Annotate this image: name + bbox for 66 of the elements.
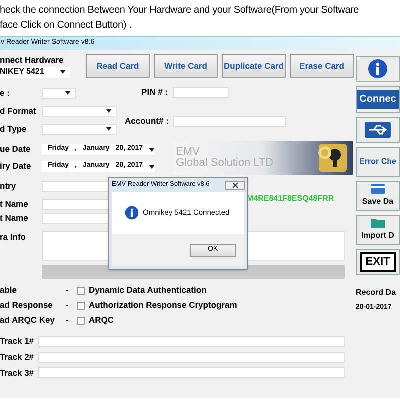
import-button[interactable]: Import D (356, 215, 400, 245)
field-label: Track 3# (0, 366, 36, 380)
field-label: ue Date (0, 143, 32, 156)
field-label: ad ARQC Key (0, 314, 56, 327)
field-label: Track 1# (0, 335, 36, 348)
option-label: Dynamic Data Authentication (89, 284, 207, 297)
action-button[interactable]: Read Card (86, 54, 150, 78)
caret-icon (106, 127, 112, 131)
field-label: ad Response (0, 299, 54, 312)
error-check-button[interactable]: Error Che (356, 147, 400, 177)
track-field[interactable] (38, 352, 345, 363)
field-label: Record Da (356, 287, 398, 299)
action-button[interactable]: Write Card (154, 54, 218, 78)
field-label: t Name (0, 212, 30, 224)
close-icon (232, 182, 238, 188)
info-icon (125, 206, 139, 220)
field-label: Account# : (125, 114, 170, 128)
caret-icon (149, 164, 156, 168)
select-field[interactable] (42, 124, 117, 134)
instruction-text: face Click on Connect Button) . (0, 19, 133, 33)
exit-button[interactable]: EXIT (356, 249, 400, 275)
action-button[interactable]: Erase Card (290, 54, 354, 78)
track-field[interactable] (38, 336, 345, 347)
hardware-select[interactable]: NIKEY 5421 (0, 66, 70, 78)
checkbox[interactable] (77, 316, 85, 324)
field-label: able (0, 284, 18, 297)
caret-icon (106, 109, 112, 113)
field-label: ntry (0, 180, 18, 192)
field-label: PIN # : (140, 86, 169, 99)
logo-text: EMV (176, 147, 201, 158)
caret-icon (60, 70, 66, 74)
select-field[interactable] (42, 88, 76, 98)
select-field[interactable] (42, 106, 117, 116)
account-field[interactable] (173, 116, 286, 127)
option-label: Authorization Response Cryptogram (89, 299, 238, 312)
pin-field[interactable] (173, 86, 229, 98)
caret-icon (65, 91, 71, 95)
save-button[interactable]: Save Da (356, 181, 400, 211)
dash-text: - (66, 284, 70, 297)
dash-text: - (66, 314, 70, 327)
field-label: e : (0, 86, 11, 100)
field-label: ra Info (0, 231, 27, 244)
track-field[interactable] (38, 367, 345, 378)
code-text: M4RE841F8ESQ48FRR (247, 193, 334, 205)
field-label: Track 2# (0, 350, 36, 364)
caret-icon (149, 148, 156, 152)
field-label: d Format (0, 104, 38, 118)
field-label: iry Date (0, 160, 32, 173)
instruction-text: heck the connection Between Your Hardware and your Software(From your Software (0, 4, 360, 18)
checkbox[interactable] (77, 302, 85, 310)
folder-icon (371, 218, 385, 228)
logo-text: Global Solution LTD (176, 158, 274, 169)
field-label: nnect Hardware (0, 54, 65, 67)
checkbox[interactable] (77, 286, 85, 294)
connect-button[interactable]: Connec (356, 86, 400, 113)
action-button[interactable]: Duplicate Card (222, 54, 286, 78)
info-icon (368, 59, 388, 79)
info-button[interactable] (356, 56, 400, 82)
card-icon (371, 184, 385, 194)
dash-text: - (66, 299, 70, 312)
field-label: t Name (0, 198, 30, 210)
field-label: d Type (0, 122, 28, 136)
close-button[interactable] (225, 180, 245, 190)
usb-icon (365, 122, 391, 138)
usb-button[interactable] (356, 117, 400, 143)
option-label: ARQC (89, 314, 114, 327)
